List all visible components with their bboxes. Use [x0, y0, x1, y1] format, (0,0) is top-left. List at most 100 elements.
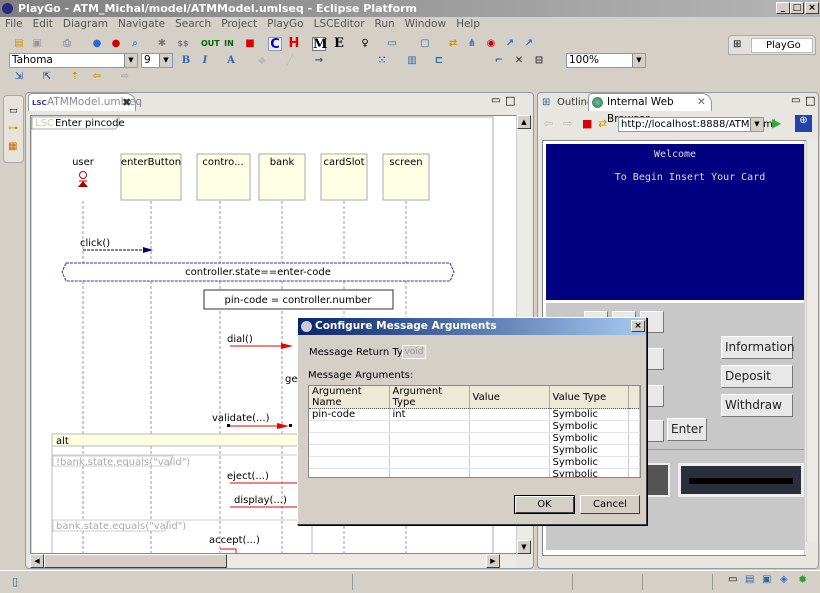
m-button[interactable]: M: [312, 37, 327, 52]
hierarchy-icon[interactable]: ⊶: [8, 123, 18, 134]
table-cell[interactable]: [309, 432, 390, 445]
table-cell[interactable]: [469, 432, 550, 445]
open-perspective-icon[interactable]: ⊞: [733, 39, 741, 50]
bug-icon[interactable]: ✹: [798, 573, 807, 586]
menu-project[interactable]: Project: [216, 17, 262, 32]
network-icon[interactable]: ◈: [780, 574, 788, 585]
scroll-thumb[interactable]: [44, 554, 227, 568]
enter-button[interactable]: Enter: [667, 418, 707, 441]
tc-icon[interactable]: ●: [109, 37, 123, 51]
table-cell[interactable]: [469, 420, 550, 433]
table-cell[interactable]: [469, 444, 550, 457]
url-input[interactable]: http://localhost:8888/ATM.html ▼: [618, 117, 775, 132]
menu-diagram[interactable]: Diagram: [58, 17, 113, 32]
tool-icon[interactable]: ✱: [155, 37, 169, 51]
font-name-select[interactable]: Tahoma ▼: [9, 53, 138, 68]
line-color-icon[interactable]: ╱: [283, 54, 297, 68]
tree-icon[interactable]: ⋔: [465, 37, 479, 51]
menu-navigate[interactable]: Navigate: [113, 17, 170, 32]
table-row[interactable]: Symbolic: [309, 456, 640, 469]
font-size-select[interactable]: 9 ▼: [141, 53, 173, 68]
maximize-view-icon[interactable]: □: [505, 94, 515, 107]
menu-playgo[interactable]: PlayGo: [262, 17, 308, 32]
print-icon[interactable]: ⎙: [60, 37, 74, 51]
font-color-button[interactable]: A: [224, 54, 238, 68]
table-row[interactable]: Symbolic: [309, 420, 640, 433]
withdraw-button[interactable]: Withdraw: [721, 394, 793, 417]
maximize-view-icon[interactable]: □: [805, 94, 815, 107]
close-tab-icon[interactable]: ✖: [122, 94, 131, 111]
window-icon[interactable]: ▢: [418, 37, 432, 51]
lsc-icon[interactable]: ▭: [385, 37, 399, 51]
table-cell[interactable]: [309, 444, 390, 457]
nav2-icon[interactable]: ⇱: [40, 70, 54, 84]
table-cell[interactable]: Symbolic: [549, 456, 629, 469]
fast-view-icon[interactable]: ▯: [12, 575, 18, 588]
minimize-button[interactable]: _: [776, 2, 790, 14]
table-cell[interactable]: [309, 420, 390, 433]
tab-outline[interactable]: ⊞ Outline: [540, 95, 593, 111]
table-cell[interactable]: pin-code: [309, 408, 390, 421]
information-button[interactable]: Information: [721, 336, 794, 359]
delete-icon[interactable]: ✕: [512, 54, 526, 68]
column-header[interactable]: Value: [469, 386, 550, 409]
line-style-icon[interactable]: →: [312, 54, 326, 68]
column-header[interactable]: Argument Type: [389, 386, 470, 409]
table-cell[interactable]: [469, 468, 550, 477]
arguments-table[interactable]: Argument Name Argument Type Value Value Typ…: [308, 385, 641, 478]
table-cell[interactable]: [469, 408, 550, 421]
scroll-down-icon[interactable]: ▼: [517, 540, 531, 554]
forward-icon[interactable]: ⇨: [118, 70, 132, 84]
jump-icon[interactable]: ⇡: [68, 70, 82, 84]
arrow-icon[interactable]: ↗: [503, 37, 517, 51]
minimize-view-icon[interactable]: ▭: [791, 95, 800, 106]
fill-color-icon[interactable]: ◆: [255, 54, 269, 68]
table-cell[interactable]: [389, 456, 470, 469]
close-button[interactable]: ×: [805, 2, 819, 14]
model-icon[interactable]: ▦: [8, 141, 17, 152]
scroll-left-icon[interactable]: ◀: [30, 554, 44, 568]
table-cell[interactable]: Symbolic: [549, 408, 629, 421]
record-icon[interactable]: ◉: [484, 37, 498, 51]
scroll-right-icon[interactable]: ▶: [486, 554, 500, 568]
e-button[interactable]: E: [332, 37, 346, 51]
table-cell[interactable]: Symbolic: [549, 444, 629, 457]
search-icon[interactable]: ⌕: [128, 37, 142, 51]
c-button[interactable]: C: [268, 37, 282, 52]
menu-help[interactable]: Help: [451, 17, 485, 32]
back-icon[interactable]: ⇦: [90, 70, 104, 84]
maximize-button[interactable]: □: [790, 2, 804, 14]
table-cell[interactable]: [309, 456, 390, 469]
stop-icon[interactable]: ■: [582, 117, 592, 130]
bold-button[interactable]: B: [179, 54, 193, 68]
chevron-down-icon[interactable]: ▼: [750, 118, 763, 131]
table-cell[interactable]: Symbolic: [549, 468, 629, 477]
table-cell[interactable]: [389, 444, 470, 457]
menu-edit[interactable]: Edit: [28, 17, 58, 32]
actor-icon[interactable]: ♀: [358, 37, 372, 51]
forward-icon[interactable]: ⇨: [563, 117, 572, 130]
italic-button[interactable]: I: [198, 54, 212, 68]
perspective-playgo[interactable]: PlayGo: [751, 38, 813, 53]
arrange-icon[interactable]: ⊏: [432, 54, 446, 68]
column-header[interactable]: Argument Name: [309, 386, 390, 409]
cancel-button[interactable]: Cancel: [580, 495, 640, 514]
save-icon[interactable]: ▣: [30, 37, 44, 51]
h-button[interactable]: H: [287, 37, 301, 51]
browser-vertical-scrollbar[interactable]: [806, 140, 818, 542]
scroll-up-icon[interactable]: ▲: [517, 115, 531, 129]
monitor-icon[interactable]: ▣: [762, 574, 771, 585]
dialog-close-button[interactable]: ×: [631, 320, 645, 332]
menu-search[interactable]: Search: [170, 17, 216, 32]
tab-atmmodel[interactable]: LSC ATMModel.umlseq ✖: [28, 93, 142, 111]
go-icon[interactable]: ▶: [772, 116, 781, 130]
deposit-button[interactable]: Deposit: [721, 365, 793, 388]
menu-file[interactable]: File: [0, 17, 28, 32]
route-icon[interactable]: ⌐: [492, 54, 506, 68]
arrow2-icon[interactable]: ↗: [522, 37, 536, 51]
table-cell[interactable]: [309, 468, 390, 477]
in-icon[interactable]: IN: [222, 37, 236, 51]
table-row[interactable]: pin-code int Symbolic: [309, 408, 640, 421]
sd-icon[interactable]: $$: [176, 37, 190, 51]
table-row[interactable]: Symbolic: [309, 468, 640, 477]
